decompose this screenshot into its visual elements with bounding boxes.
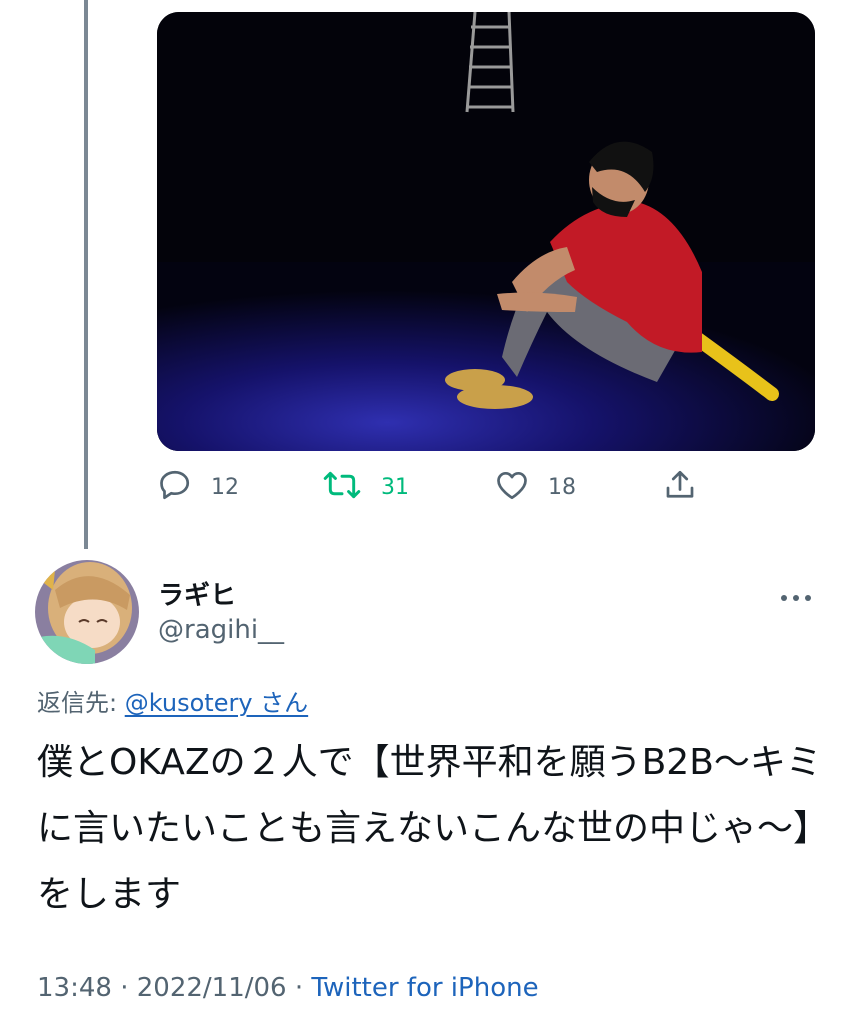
share-button[interactable]: [662, 462, 698, 512]
author-handle[interactable]: @ragihi__: [158, 615, 284, 645]
reply-count: 12: [211, 474, 239, 500]
avatar[interactable]: [35, 560, 139, 664]
like-button[interactable]: 18: [494, 462, 576, 512]
retweet-count: 31: [381, 474, 409, 500]
tweet-metadata: 13:48 · 2022/11/06 · Twitter for iPhone: [37, 973, 539, 1003]
tweet-date[interactable]: 2022/11/06: [137, 973, 287, 1003]
replying-to-line: 返信先: @kusotery さん: [37, 683, 308, 718]
reply-mention-link[interactable]: @kusotery さん: [125, 689, 308, 717]
tweet-body-text: 僕とOKAZの２人で【世界平和を願うB2B〜キミに言いたいことも言えないこんな世…: [37, 742, 822, 915]
retweet-button[interactable]: 31: [323, 462, 409, 512]
heart-icon: [494, 467, 530, 507]
stage-photo-image: [157, 12, 815, 451]
tweet-photo[interactable]: [157, 12, 815, 451]
reply-prefix: 返信先:: [37, 689, 125, 717]
reply-button[interactable]: 12: [157, 462, 239, 512]
tweet-action-bar: 12 31 18: [0, 462, 851, 512]
reply-icon: [157, 467, 193, 507]
tweet-time[interactable]: 13:48: [37, 973, 112, 1003]
like-count: 18: [548, 474, 576, 500]
meta-separator: ·: [111, 973, 137, 1003]
tweet-source-link[interactable]: Twitter for iPhone: [311, 973, 538, 1003]
meta-separator: ·: [286, 973, 312, 1003]
retweet-icon: [323, 467, 361, 507]
more-dots-icon: [780, 587, 812, 606]
more-options-button[interactable]: [776, 578, 816, 614]
author-display-name[interactable]: ラギヒ: [158, 575, 236, 612]
share-icon: [662, 467, 698, 507]
